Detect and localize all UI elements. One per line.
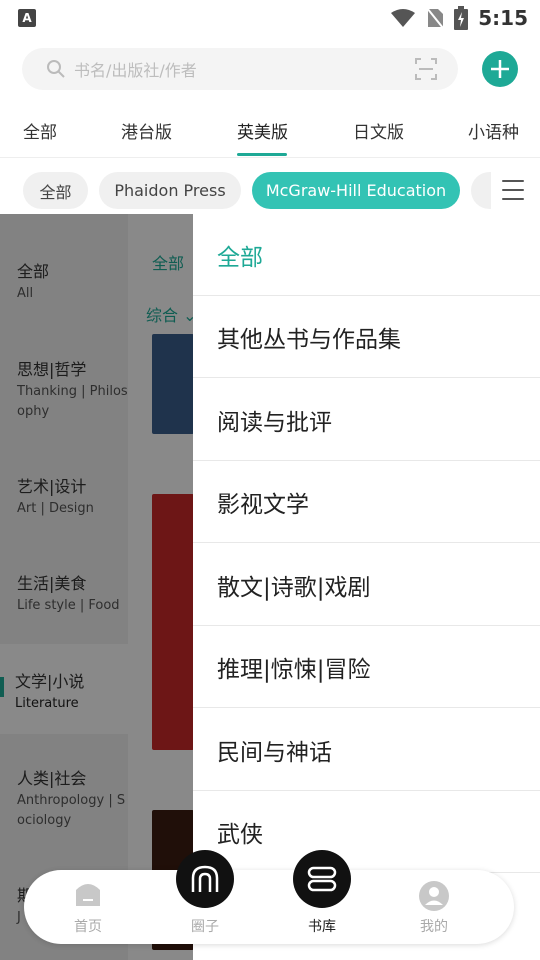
nav-label: 我的 <box>420 919 448 935</box>
scan-icon[interactable] <box>414 57 438 81</box>
drawer-item-prose-poetry-drama[interactable]: 散文|诗歌|戏剧 <box>193 544 540 626</box>
drawer-item-label: 散文|诗歌|戏剧 <box>217 574 371 601</box>
search-icon <box>46 59 66 79</box>
subcategory-drawer: 全部 其他丛书与作品集 阅读与批评 影视文学 散文|诗歌|戏剧 推理|惊悚|冒险… <box>193 214 540 960</box>
drawer-item-label: 民间与神话 <box>217 739 332 766</box>
nav-circle[interactable]: 圈子 <box>165 850 245 944</box>
drawer-item-collections[interactable]: 其他丛书与作品集 <box>193 296 540 378</box>
search-input[interactable]: 书名/出版社/作者 <box>22 48 458 90</box>
tab-japanese[interactable]: 日文版 <box>353 118 404 143</box>
chip-partial[interactable] <box>471 172 491 209</box>
library-icon <box>293 850 351 908</box>
drawer-item-mystery-thriller[interactable]: 推理|惊悚|冒险 <box>193 626 540 708</box>
drawer-item-reading-criticism[interactable]: 阅读与批评 <box>193 379 540 461</box>
plus-icon <box>491 60 509 78</box>
home-icon <box>76 884 100 906</box>
tab-all[interactable]: 全部 <box>23 118 57 143</box>
drawer-item-label: 其他丛书与作品集 <box>217 326 401 353</box>
no-sim-icon <box>426 7 445 29</box>
drawer-item-all[interactable]: 全部 <box>193 214 540 296</box>
drawer-item-label: 武侠 <box>217 821 263 848</box>
active-tab-indicator <box>237 153 287 156</box>
nav-library[interactable]: 书库 <box>282 850 362 944</box>
battery-charging-icon <box>454 6 469 30</box>
tab-hk-tw[interactable]: 港台版 <box>121 118 172 143</box>
bottom-nav: 首页 圈子 书库 我的 <box>24 850 514 944</box>
status-bar: A 5:15 <box>0 0 540 38</box>
drawer-item-label: 阅读与批评 <box>217 409 332 436</box>
profile-icon <box>419 881 449 911</box>
tab-us-uk[interactable]: 英美版 <box>237 118 288 143</box>
search-placeholder: 书名/出版社/作者 <box>74 61 197 80</box>
drawer-item-label: 推理|惊悚|冒险 <box>217 656 371 683</box>
drawer-item-film-literature[interactable]: 影视文学 <box>193 461 540 543</box>
nav-label: 圈子 <box>191 919 219 935</box>
menu-icon[interactable] <box>502 180 524 200</box>
circle-icon <box>176 850 234 908</box>
nav-home[interactable]: 首页 <box>48 870 128 944</box>
clock: 5:15 <box>478 6 528 30</box>
drawer-item-folklore-myth[interactable]: 民间与神话 <box>193 709 540 791</box>
add-button[interactable] <box>482 51 518 87</box>
chip-phaidon-press[interactable]: Phaidon Press <box>99 172 241 209</box>
edition-tabs: 全部 港台版 英美版 日文版 小语种 <box>0 106 540 158</box>
nav-label: 书库 <box>308 919 336 935</box>
nav-profile[interactable]: 我的 <box>394 870 474 944</box>
app-notification-icon: A <box>18 9 36 27</box>
wifi-icon <box>391 9 416 27</box>
tab-minor-languages[interactable]: 小语种 <box>468 118 519 143</box>
chip-mcgraw-hill[interactable]: McGraw-Hill Education <box>252 172 460 209</box>
drawer-item-label: 全部 <box>217 244 263 271</box>
publisher-chips: 全部 Phaidon Press McGraw-Hill Education <box>0 166 540 214</box>
drawer-item-label: 影视文学 <box>217 491 309 518</box>
nav-label: 首页 <box>74 919 102 935</box>
drawer-item-wuxia[interactable]: 武侠 <box>193 791 540 873</box>
chip-all[interactable]: 全部 <box>23 172 88 209</box>
